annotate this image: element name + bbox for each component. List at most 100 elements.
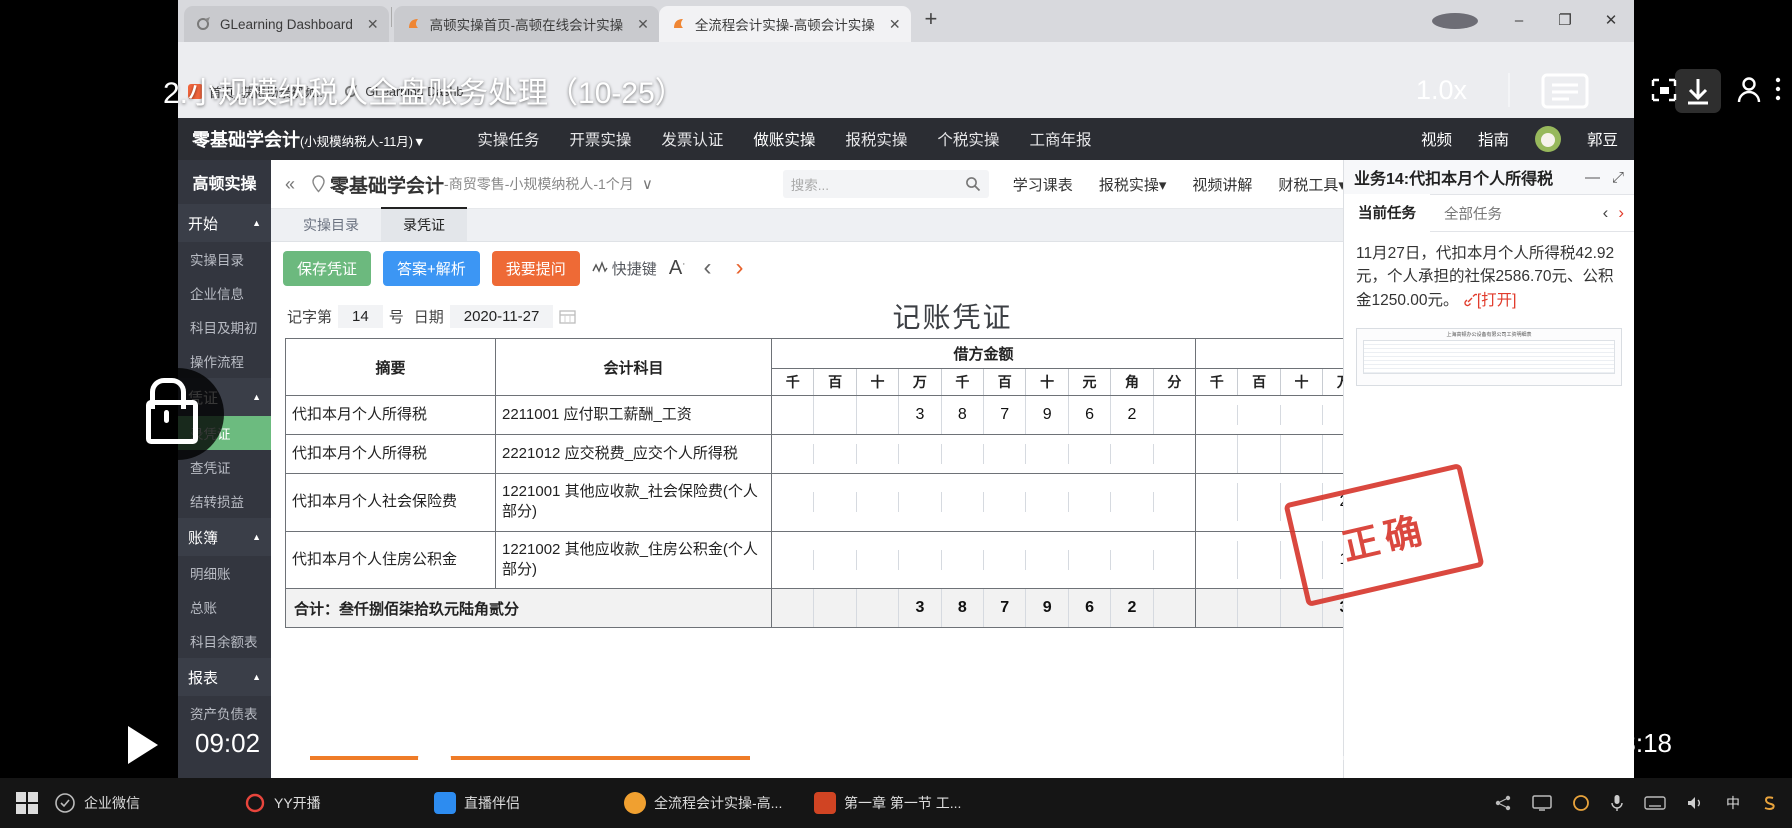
cell-debit[interactable] (771, 530, 1196, 589)
start-button[interactable] (0, 792, 54, 814)
cell-account[interactable]: 1221001 其他应收款_社会保险费(个人部分) (495, 473, 772, 532)
digit[interactable] (984, 549, 1027, 570)
cell-account[interactable]: 2221012 应交税费_应交个人所得税 (495, 434, 772, 474)
digit[interactable] (1154, 492, 1195, 512)
digit[interactable] (1154, 396, 1195, 434)
sidebar-item-zong-zhang[interactable]: 总账 (178, 590, 271, 624)
search-box[interactable]: 搜索... (782, 170, 989, 198)
digit[interactable] (1111, 549, 1154, 570)
cell-summary[interactable]: 代扣本月个人住房公积金 (285, 530, 496, 589)
open-attachment-link[interactable]: [打开] (1463, 292, 1516, 309)
user-icon[interactable] (1736, 76, 1762, 104)
cell-summary[interactable]: 代扣本月个人社会保险费 (285, 473, 496, 532)
digit[interactable] (1238, 483, 1281, 522)
share-icon[interactable] (1494, 794, 1512, 812)
play-icon[interactable] (128, 726, 158, 764)
prev-voucher-button[interactable]: ‹ (698, 254, 718, 282)
tab-lu-pingzheng[interactable]: 录凭证 (381, 207, 467, 241)
collapse-sidebar-icon[interactable]: « (285, 174, 295, 195)
search-input[interactable]: 搜索... (791, 174, 965, 194)
nav-item-video[interactable]: 视频 (1421, 128, 1452, 150)
expand-panel-button[interactable]: ⤢ (1612, 169, 1624, 186)
monitor-icon[interactable] (1532, 794, 1552, 812)
digit[interactable] (1069, 549, 1112, 570)
digit[interactable] (1069, 492, 1112, 513)
digit[interactable] (984, 444, 1027, 464)
sidebar-item-jiezhuan-sunyi[interactable]: 结转损益 (178, 484, 271, 518)
menu-item-caishui[interactable]: 财税工具▾ (1278, 174, 1346, 195)
sidebar-group-ledger[interactable]: 账簿 ▲ (178, 518, 271, 556)
ask-question-button[interactable]: 我要提问 (491, 250, 580, 286)
mic-icon[interactable] (1610, 793, 1624, 813)
digit[interactable] (942, 492, 985, 513)
digit[interactable] (899, 492, 942, 513)
nav-item-geshui[interactable]: 个税实操 (935, 118, 1001, 160)
playlist-icon[interactable] (1541, 73, 1589, 109)
more-vertical-icon[interactable] (1774, 76, 1782, 102)
digit[interactable] (899, 549, 942, 570)
avatar[interactable] (1534, 126, 1561, 152)
next-voucher-button[interactable]: › (730, 254, 750, 282)
menu-item-kebiao[interactable]: 学习课表 (1013, 174, 1073, 195)
download-button[interactable] (1675, 69, 1721, 113)
sidebar-group-report[interactable]: 报表 ▲ (178, 658, 271, 696)
cell-summary[interactable]: 代扣本月个人所得税 (285, 395, 496, 435)
cell-debit[interactable]: 3 8 7 9 6 2 (771, 395, 1196, 435)
tab-all-tasks[interactable]: 全部任务 (1430, 195, 1516, 232)
nav-item-gongshang[interactable]: 工商年报 (1027, 118, 1093, 160)
sidebar-item-qiye-xinxi[interactable]: 企业信息 (178, 276, 271, 310)
ime-indicator[interactable]: 中 (1726, 793, 1740, 813)
digit[interactable] (1026, 444, 1069, 464)
digit[interactable] (814, 549, 857, 570)
s-icon[interactable] (1760, 794, 1778, 812)
taskbar-item-1[interactable]: YY开播 (244, 792, 434, 814)
cell-debit[interactable] (771, 434, 1196, 474)
cell-debit[interactable] (771, 473, 1196, 532)
save-voucher-button[interactable]: 保存凭证 (283, 250, 372, 286)
brand[interactable]: 零基础学会计(小规模纳税人-11月)▼ (178, 126, 425, 152)
digit[interactable] (772, 444, 815, 464)
digit[interactable]: 9 (1026, 396, 1069, 434)
digit[interactable] (899, 444, 942, 464)
digit[interactable] (857, 492, 900, 513)
calendar-icon[interactable] (559, 308, 577, 324)
nav-item-baoshui[interactable]: 报税实操 (843, 118, 909, 160)
digit[interactable] (857, 444, 900, 464)
keyboard-icon[interactable] (1644, 795, 1666, 811)
digit[interactable] (1196, 540, 1239, 579)
answer-analysis-button[interactable]: 答案+解析 (383, 250, 480, 286)
digit[interactable]: 8 (942, 396, 985, 434)
nav-item-kaipiao[interactable]: 开票实操 (567, 118, 633, 160)
digit[interactable] (1238, 540, 1281, 579)
digit[interactable] (772, 549, 815, 570)
digit[interactable] (772, 492, 815, 513)
search-icon[interactable] (965, 176, 981, 192)
digit[interactable] (1281, 435, 1324, 473)
picture-in-picture-icon[interactable] (1651, 78, 1677, 102)
digit[interactable] (772, 396, 815, 434)
digit[interactable] (984, 492, 1027, 513)
digit[interactable] (1196, 435, 1239, 473)
sidebar-group-start[interactable]: 开始 ▲ (178, 204, 271, 242)
taskbar-item-3[interactable]: 全流程会计实操-高... (624, 792, 814, 814)
digit[interactable]: 3 (899, 396, 942, 434)
digit[interactable] (1281, 405, 1324, 425)
chevron-down-icon[interactable]: ▼ (413, 135, 425, 149)
progress-handle[interactable] (418, 742, 451, 775)
voucher-date-input[interactable]: 2020-11-27 (449, 304, 554, 328)
digit[interactable] (1196, 405, 1239, 425)
nav-item-shicao-renwu[interactable]: 实操任务 (475, 118, 541, 160)
cell-account[interactable]: 1221002 其他应收款_住房公积金(个人部分) (495, 530, 772, 589)
tab-shicao-mulu[interactable]: 实操目录 (281, 209, 381, 241)
digit[interactable] (1238, 435, 1281, 473)
minimize-panel-button[interactable]: — (1585, 169, 1600, 186)
digit[interactable] (814, 492, 857, 513)
digit[interactable] (857, 549, 900, 570)
digit[interactable] (1026, 492, 1069, 513)
chevron-down-icon[interactable]: ∨ (642, 175, 653, 193)
next-task-button[interactable]: › (1618, 203, 1624, 223)
digit[interactable] (857, 396, 900, 434)
sidebar-item-shicao-mulu[interactable]: 实操目录 (178, 242, 271, 276)
menu-item-shipin[interactable]: 视频讲解 (1192, 174, 1252, 195)
digit[interactable] (942, 549, 985, 570)
